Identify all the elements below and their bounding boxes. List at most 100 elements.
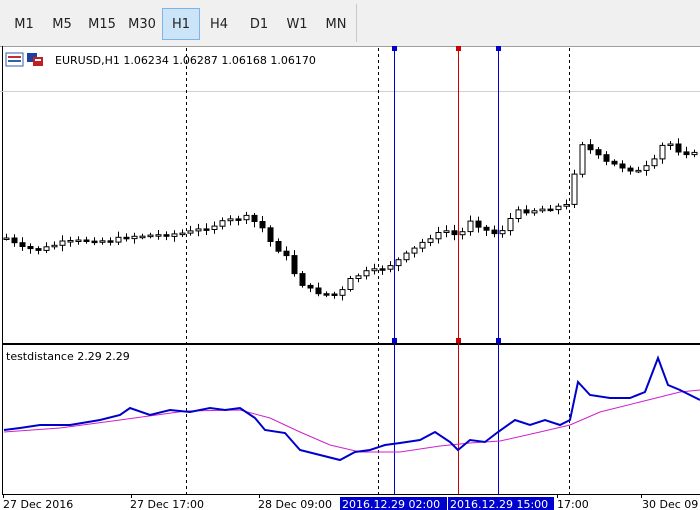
timeframe-toolbar: M1 M5 M15 M30 H1 H4 D1 W1 MN — [0, 0, 700, 46]
candle-body — [491, 229, 498, 235]
candle-body — [75, 239, 82, 242]
candle-body — [459, 231, 466, 236]
candle-body — [611, 160, 618, 165]
tf-button-d1[interactable]: D1 — [240, 8, 278, 40]
candle-body — [291, 255, 298, 275]
candle-body — [419, 241, 426, 249]
period-separators — [186, 48, 570, 494]
candle-body — [579, 144, 586, 175]
candle-body — [283, 250, 290, 257]
candle-body — [235, 218, 242, 221]
candle-body — [403, 252, 410, 261]
candle-body — [179, 232, 186, 236]
candle-body — [99, 240, 106, 243]
candle-body — [363, 270, 370, 277]
candle-body — [203, 228, 210, 231]
candle-body — [51, 244, 58, 248]
candle-body — [443, 230, 450, 234]
toolbar-separator — [356, 4, 357, 42]
candle-body — [115, 236, 122, 243]
candle-body — [435, 232, 442, 240]
time-axis: 27 Dec 2016 27 Dec 17:00 28 Dec 09:00 17… — [3, 494, 698, 510]
candle-body — [347, 278, 354, 290]
candle-body — [667, 143, 674, 146]
candle-body — [163, 234, 170, 237]
candle-body — [19, 242, 26, 247]
time-label: 27 Dec 2016 — [3, 498, 73, 510]
candle-body — [619, 163, 626, 169]
candle-body — [315, 287, 322, 295]
candle-body — [555, 205, 562, 211]
candle-body — [467, 220, 474, 233]
time-label: 27 Dec 17:00 — [130, 498, 204, 510]
time-label: 17:00 — [557, 498, 589, 510]
candle-body — [411, 247, 418, 254]
candle-body — [59, 240, 66, 246]
candle-body — [547, 208, 554, 212]
line-handle[interactable] — [496, 46, 501, 51]
candle-body — [395, 259, 402, 267]
tf-button-m5[interactable]: M5 — [44, 8, 80, 40]
candle-body — [531, 210, 538, 214]
candle-body — [427, 238, 434, 243]
candle-body — [691, 151, 698, 156]
candle-body — [635, 169, 642, 173]
candle-body — [515, 209, 522, 219]
candle-body — [387, 265, 394, 270]
line-handle[interactable] — [456, 46, 461, 51]
indicator-main-line — [3, 355, 700, 462]
line-handle[interactable] — [496, 338, 501, 343]
candle-body — [107, 240, 114, 243]
highlighted-time-label: 2016.12.29 02:00 — [342, 498, 440, 510]
candle-body — [171, 233, 178, 237]
candle-body — [659, 144, 666, 160]
time-label: 28 Dec 09:00 — [258, 498, 332, 510]
candle-body — [523, 209, 530, 214]
candle-body — [11, 237, 18, 244]
symbol-flag-icon — [27, 53, 43, 66]
candle-body — [499, 230, 506, 235]
candle-body — [187, 230, 194, 234]
candle-body — [683, 151, 690, 156]
candle-body — [139, 235, 146, 239]
candle-body — [91, 240, 98, 244]
tf-button-mn[interactable]: MN — [316, 8, 356, 40]
candle-body — [603, 154, 610, 162]
candle-body — [651, 158, 658, 167]
candle-body — [331, 293, 338, 296]
candle-body — [355, 275, 362, 279]
symbol-price-label: EURUSD,H1 1.06234 1.06287 1.06168 1.0617… — [55, 54, 316, 67]
candle-body — [259, 221, 266, 229]
tf-button-m1[interactable]: M1 — [6, 8, 42, 40]
candle-body — [243, 214, 250, 221]
candle-body — [251, 214, 258, 222]
candle-body — [227, 218, 234, 222]
tf-button-m15[interactable]: M15 — [82, 8, 122, 40]
candle-body — [27, 246, 34, 250]
candle-body — [371, 268, 378, 272]
tf-button-m30[interactable]: M30 — [122, 8, 162, 40]
candle-body — [131, 235, 138, 240]
tf-button-h1[interactable]: H1 — [162, 8, 200, 40]
indicator-title: testdistance 2.29 2.29 — [6, 350, 130, 363]
line-handle[interactable] — [392, 338, 397, 343]
tf-button-w1[interactable]: W1 — [278, 8, 316, 40]
line-handle[interactable] — [456, 338, 461, 343]
candle-body — [299, 273, 306, 286]
candle-body — [147, 234, 154, 238]
highlighted-time-label: 2016.12.29 15:00 — [450, 498, 548, 510]
candle-body — [35, 248, 42, 251]
candlestick-series — [3, 138, 698, 301]
candle-body — [563, 204, 570, 207]
candle-body — [155, 234, 162, 237]
chart-window[interactable]: EURUSD,H1 1.06234 1.06287 1.06168 1.0617… — [0, 46, 700, 510]
candle-body — [3, 237, 10, 240]
line-handle[interactable] — [392, 46, 397, 51]
tf-button-h4[interactable]: H4 — [200, 8, 238, 40]
time-label: 30 Dec 09 — [642, 498, 698, 510]
candle-body — [451, 230, 458, 236]
candle-body — [211, 225, 218, 231]
candle-body — [475, 220, 482, 228]
candle-body — [539, 208, 546, 212]
candle-body — [67, 240, 74, 243]
